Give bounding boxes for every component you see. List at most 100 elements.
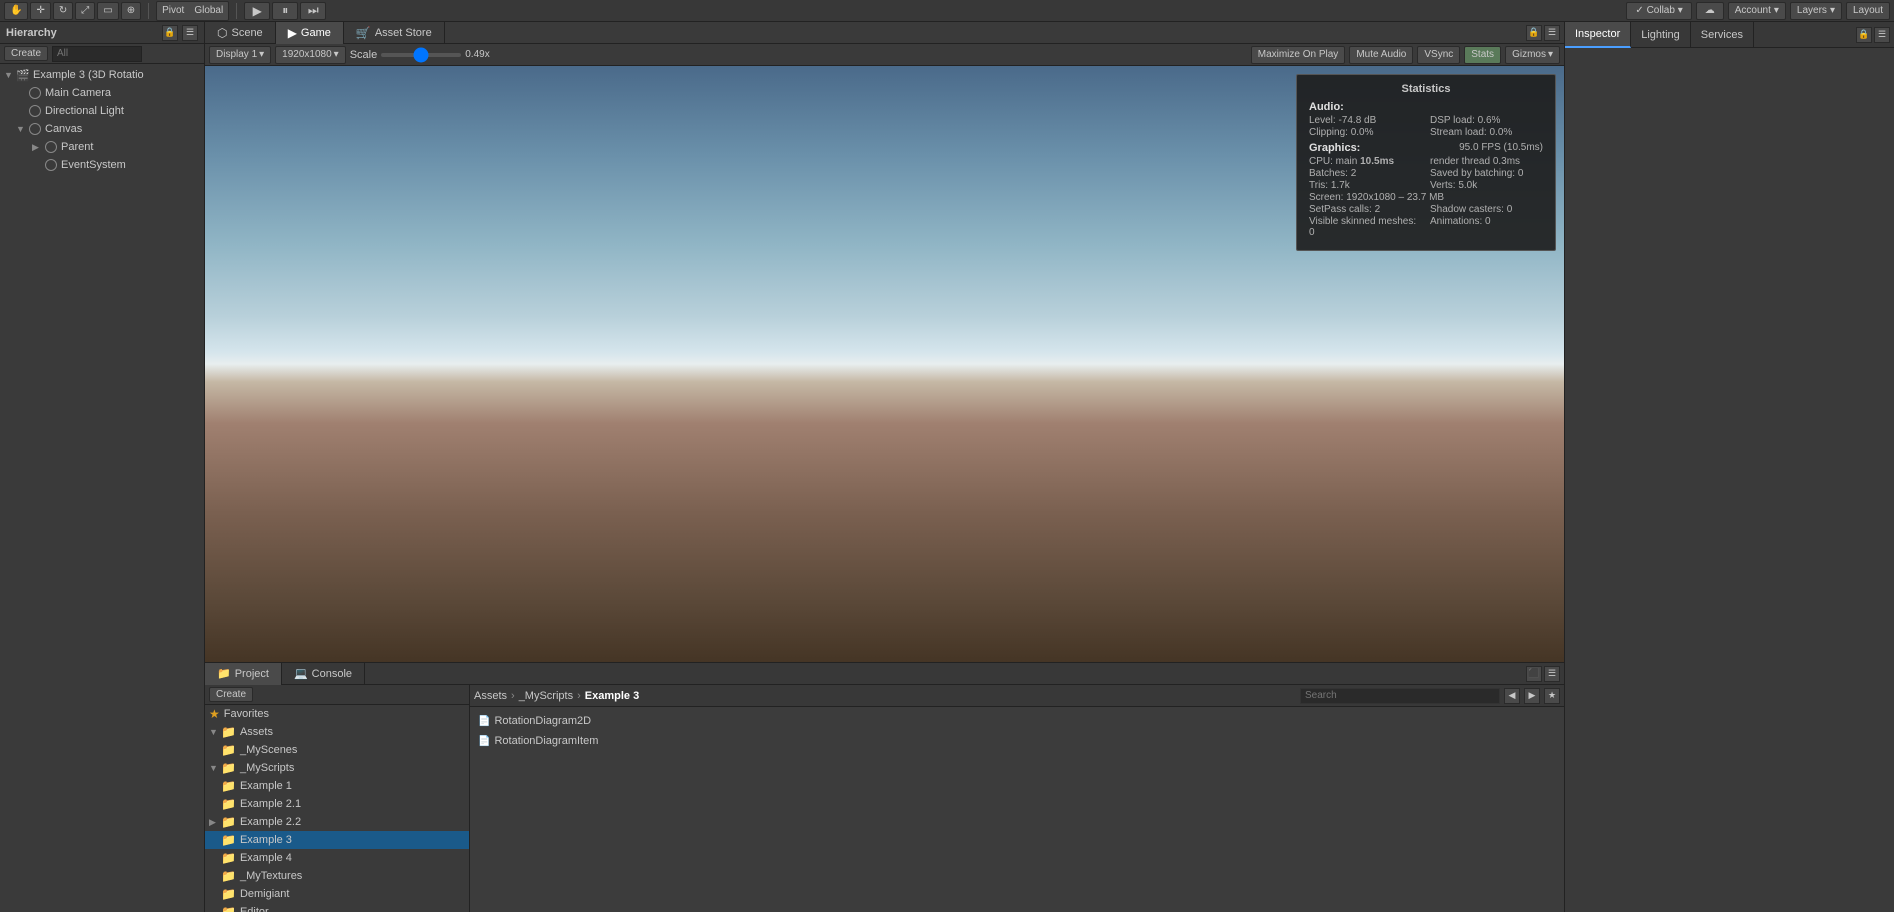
file-entry-rotation2d[interactable]: 📄 RotationDiagram2D bbox=[474, 711, 1560, 731]
cloud-btn[interactable]: ☁ bbox=[1696, 2, 1724, 20]
layers-dropdown[interactable]: Layers ▾ bbox=[1790, 2, 1842, 20]
breadcrumb-myscripts[interactable]: _MyScripts bbox=[519, 690, 573, 702]
tree-item-scene[interactable]: ▼ 🎬 Example 3 (3D Rotatio bbox=[0, 66, 204, 84]
tree-item-canvas[interactable]: ▼ Canvas bbox=[0, 120, 204, 138]
favorites-label: Favorites bbox=[224, 708, 269, 720]
eventsystem-icon bbox=[44, 158, 58, 172]
breadcrumb-assets[interactable]: Assets bbox=[474, 690, 507, 702]
myscenes-folder-icon: 📁 bbox=[221, 743, 236, 757]
hierarchy-header: Hierarchy 🔒 ☰ bbox=[0, 22, 204, 44]
file-icon-rotationitem: 📄 bbox=[478, 736, 490, 747]
multi-tool-btn[interactable]: ⊕ bbox=[121, 2, 141, 20]
stats-btn[interactable]: Stats bbox=[1464, 46, 1501, 64]
example21-label: Example 2.1 bbox=[240, 798, 301, 810]
hierarchy-lock-btn[interactable]: 🔒 bbox=[162, 25, 178, 41]
console-tab[interactable]: 💻 Console bbox=[282, 663, 365, 685]
assets-folder-icon: 📁 bbox=[221, 725, 236, 739]
project-nav-forward-btn[interactable]: ▶ bbox=[1524, 688, 1540, 704]
project-favorites[interactable]: ★ Favorites bbox=[205, 705, 469, 723]
tree-arrow-canvas: ▼ bbox=[16, 124, 28, 134]
play-btn[interactable]: ▶ bbox=[244, 2, 270, 20]
myscripts-folder-icon: 📁 bbox=[221, 761, 236, 775]
tree-item-parent[interactable]: ▶ Parent bbox=[0, 138, 204, 156]
hierarchy-create-btn[interactable]: Create bbox=[4, 46, 48, 61]
project-search-input[interactable] bbox=[1300, 688, 1500, 704]
bottom-menu-btn[interactable]: ☰ bbox=[1544, 666, 1560, 682]
tris-label: Tris: 1.7k bbox=[1309, 180, 1422, 191]
project-tab-label: Project bbox=[235, 668, 269, 680]
pause-btn[interactable]: ⏸ bbox=[272, 2, 298, 20]
hierarchy-menu-btn[interactable]: ☰ bbox=[182, 25, 198, 41]
move-tool-btn[interactable]: ✛ bbox=[30, 2, 50, 20]
project-search-bar: Assets › _MyScripts › Example 3 ◀ ▶ ★ bbox=[470, 685, 1564, 707]
tree-item-directional-light[interactable]: Directional Light bbox=[0, 102, 204, 120]
inspector-lock-btn[interactable]: 🔒 bbox=[1856, 27, 1872, 43]
vsync-btn[interactable]: VSync bbox=[1417, 46, 1460, 64]
saved-label: Saved by batching: 0 bbox=[1430, 168, 1543, 179]
gizmos-btn[interactable]: Gizmos ▾ bbox=[1505, 46, 1560, 64]
separator1 bbox=[148, 3, 149, 19]
right-panel: Inspector Lighting Services 🔒 ☰ bbox=[1564, 22, 1894, 912]
tab-game[interactable]: ▶ Game bbox=[276, 22, 344, 44]
services-tab[interactable]: Services bbox=[1691, 22, 1754, 48]
tree-label-scene: Example 3 (3D Rotatio bbox=[33, 69, 144, 81]
scene-icon: 🎬 bbox=[16, 68, 30, 82]
hand-tool-btn[interactable]: ✋ bbox=[4, 2, 28, 20]
project-example1[interactable]: 📁 Example 1 bbox=[205, 777, 469, 795]
project-create-btn[interactable]: Create bbox=[209, 687, 253, 702]
project-tab[interactable]: 📁 Project bbox=[205, 663, 282, 685]
game-view[interactable]: Statistics Audio: Level: -74.8 dB DSP lo… bbox=[205, 66, 1564, 662]
bottom-collapse-btn[interactable]: ⬛ bbox=[1526, 666, 1542, 682]
project-example21[interactable]: 📁 Example 2.1 bbox=[205, 795, 469, 813]
mute-audio-btn[interactable]: Mute Audio bbox=[1349, 46, 1413, 64]
project-myscripts[interactable]: ▼ 📁 _MyScripts bbox=[205, 759, 469, 777]
step-btn[interactable]: ⏭ bbox=[300, 2, 326, 20]
tab-asset-store[interactable]: 🛒 Asset Store bbox=[344, 22, 445, 44]
file-entry-rotationitem[interactable]: 📄 RotationDiagramItem bbox=[474, 731, 1560, 751]
project-right: Assets › _MyScripts › Example 3 ◀ ▶ ★ bbox=[470, 685, 1564, 912]
stream-load-label: Stream load: 0.0% bbox=[1430, 127, 1543, 138]
project-mytextures[interactable]: 📁 _MyTextures bbox=[205, 867, 469, 885]
project-example4[interactable]: 📁 Example 4 bbox=[205, 849, 469, 867]
rotate-tool-btn[interactable]: ↻ bbox=[53, 2, 73, 20]
rect-tool-btn[interactable]: ▭ bbox=[97, 2, 118, 20]
myscripts-arrow: ▼ bbox=[209, 763, 221, 773]
inspector-menu-btn[interactable]: ☰ bbox=[1874, 27, 1890, 43]
layout-dropdown[interactable]: Layout bbox=[1846, 2, 1890, 20]
collab-btn[interactable]: ✓ Collab ▾ bbox=[1626, 2, 1691, 20]
project-example3[interactable]: 📁 Example 3 bbox=[205, 831, 469, 849]
project-demigiant[interactable]: 📁 Demigiant bbox=[205, 885, 469, 903]
display-label: Display 1 bbox=[216, 49, 257, 60]
maximize-on-play-btn[interactable]: Maximize On Play bbox=[1251, 46, 1346, 64]
scale-tool-btn[interactable]: ⤢ bbox=[75, 2, 95, 20]
project-editor[interactable]: 📁 Editor bbox=[205, 903, 469, 912]
project-myscenes[interactable]: 📁 _MyScenes bbox=[205, 741, 469, 759]
mytextures-folder-icon: 📁 bbox=[221, 869, 236, 883]
resolution-dropdown[interactable]: 1920x1080 ▾ bbox=[275, 46, 346, 64]
center-lock-btn[interactable]: 🔒 bbox=[1526, 25, 1542, 41]
setpass-label: SetPass calls: 2 bbox=[1309, 204, 1422, 215]
inspector-tab[interactable]: Inspector bbox=[1565, 22, 1631, 48]
tris-row: Tris: 1.7k Verts: 5.0k bbox=[1309, 180, 1543, 191]
tree-item-eventsystem[interactable]: EventSystem bbox=[0, 156, 204, 174]
display-dropdown[interactable]: Display 1 ▾ bbox=[209, 46, 271, 64]
project-nav-back-btn[interactable]: ◀ bbox=[1504, 688, 1520, 704]
tree-item-main-camera[interactable]: Main Camera bbox=[0, 84, 204, 102]
graphics-header: Graphics: 95.0 FPS (10.5ms) bbox=[1309, 142, 1543, 156]
project-assets[interactable]: ▼ 📁 Assets bbox=[205, 723, 469, 741]
separator2 bbox=[236, 3, 237, 19]
animations-label: Animations: 0 bbox=[1430, 216, 1543, 238]
camera-icon bbox=[28, 86, 42, 100]
scale-slider-input[interactable] bbox=[381, 53, 461, 57]
cpu-row: CPU: main 10.5ms render thread 0.3ms bbox=[1309, 156, 1543, 167]
center-menu-btn[interactable]: ☰ bbox=[1544, 25, 1560, 41]
hierarchy-search-input[interactable] bbox=[52, 46, 142, 62]
center-area: ⬡ Scene ▶ Game 🛒 Asset Store 🔒 ☰ bbox=[205, 22, 1564, 912]
project-favorites-btn[interactable]: ★ bbox=[1544, 688, 1560, 704]
global-btn[interactable]: Global bbox=[189, 2, 228, 20]
lighting-tab[interactable]: Lighting bbox=[1631, 22, 1691, 48]
account-dropdown[interactable]: Account ▾ bbox=[1728, 2, 1786, 20]
project-example22[interactable]: ▶ 📁 Example 2.2 bbox=[205, 813, 469, 831]
pivot-btn[interactable]: Pivot bbox=[157, 2, 189, 20]
tab-scene[interactable]: ⬡ Scene bbox=[205, 22, 276, 44]
